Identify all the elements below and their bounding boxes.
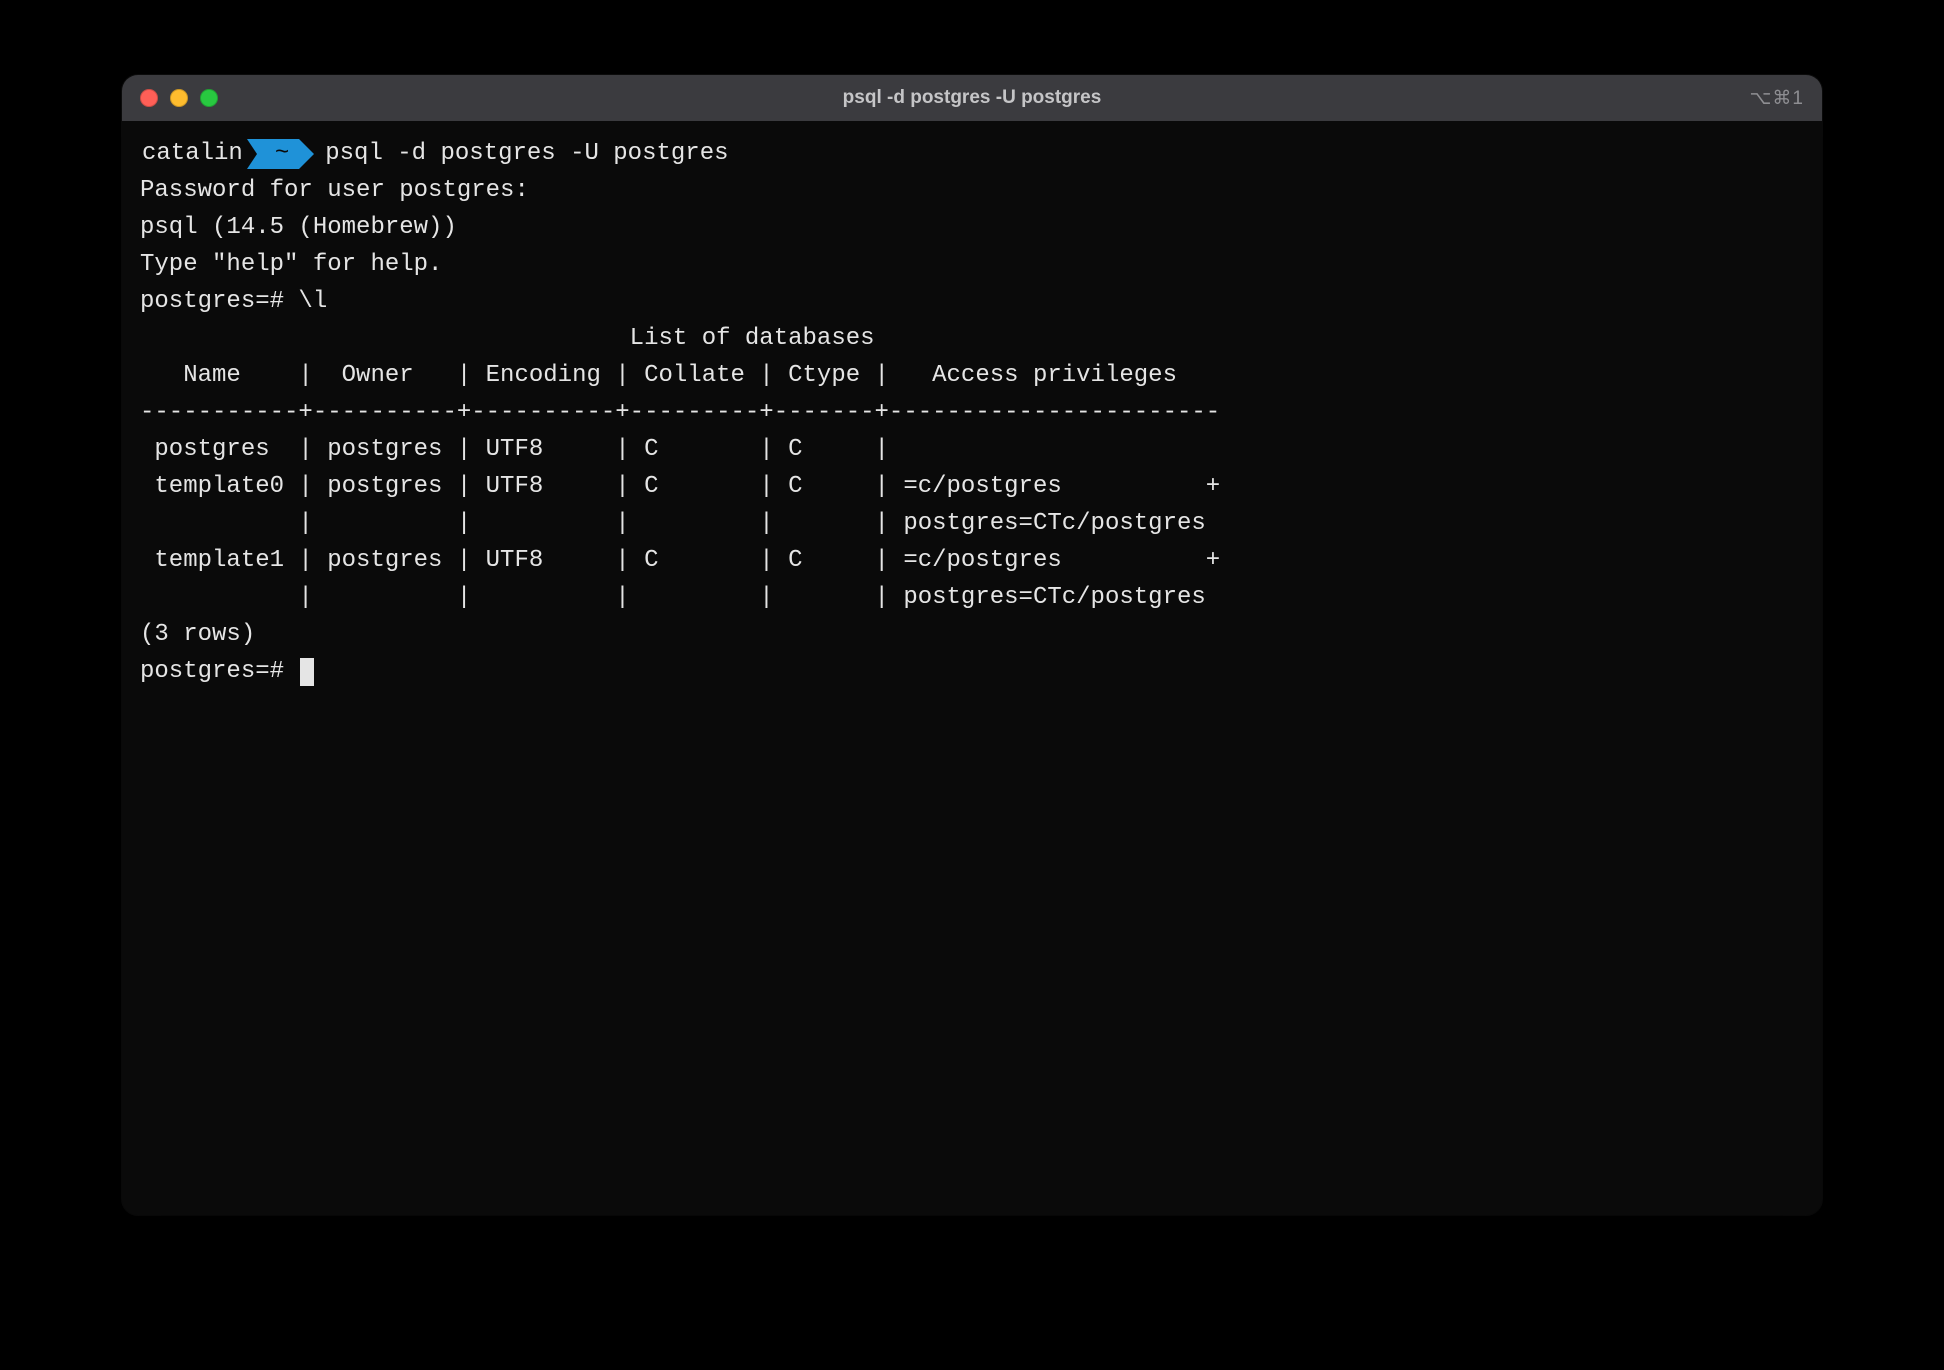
output-line: postgres=# \l	[140, 283, 1804, 320]
titlebar[interactable]: psql -d postgres -U postgres ⌥⌘1	[122, 75, 1822, 121]
table-row: | | | | | postgres=CTc/postgres	[140, 579, 1804, 616]
prompt-user: catalin	[140, 135, 257, 172]
table-row: template1 | postgres | UTF8 | C | C | =c…	[140, 542, 1804, 579]
row-count: (3 rows)	[140, 616, 1804, 653]
active-prompt: postgres=#	[140, 653, 298, 690]
terminal-content[interactable]: catalin ~ psql -d postgres -U postgres P…	[122, 121, 1822, 708]
prompt-dir: ~	[275, 135, 289, 172]
close-icon[interactable]	[140, 89, 158, 107]
zoom-icon[interactable]	[200, 89, 218, 107]
output-line: psql (14.5 (Homebrew))	[140, 209, 1804, 246]
prompt-line: catalin ~ psql -d postgres -U postgres	[140, 135, 1804, 172]
prompt-dir-chevron: ~	[257, 139, 299, 169]
active-prompt-line[interactable]: postgres=#	[140, 653, 1804, 690]
cursor-icon	[300, 658, 314, 686]
minimize-icon[interactable]	[170, 89, 188, 107]
table-row: postgres | postgres | UTF8 | C | C |	[140, 431, 1804, 468]
terminal-window: psql -d postgres -U postgres ⌥⌘1 catalin…	[122, 75, 1822, 1215]
prompt-command: psql -d postgres -U postgres	[325, 135, 728, 172]
table-row: | | | | | postgres=CTc/postgres	[140, 505, 1804, 542]
output-line: Password for user postgres:	[140, 172, 1804, 209]
window-title: psql -d postgres -U postgres	[122, 87, 1822, 109]
table-header: Name | Owner | Encoding | Collate | Ctyp…	[140, 357, 1804, 394]
table-row: template0 | postgres | UTF8 | C | C | =c…	[140, 468, 1804, 505]
traffic-lights	[140, 89, 218, 107]
table-separator: -----------+----------+----------+------…	[140, 394, 1804, 431]
output-line: Type "help" for help.	[140, 246, 1804, 283]
table-title: List of databases	[140, 320, 1804, 357]
window-shortcut: ⌥⌘1	[1750, 87, 1804, 110]
